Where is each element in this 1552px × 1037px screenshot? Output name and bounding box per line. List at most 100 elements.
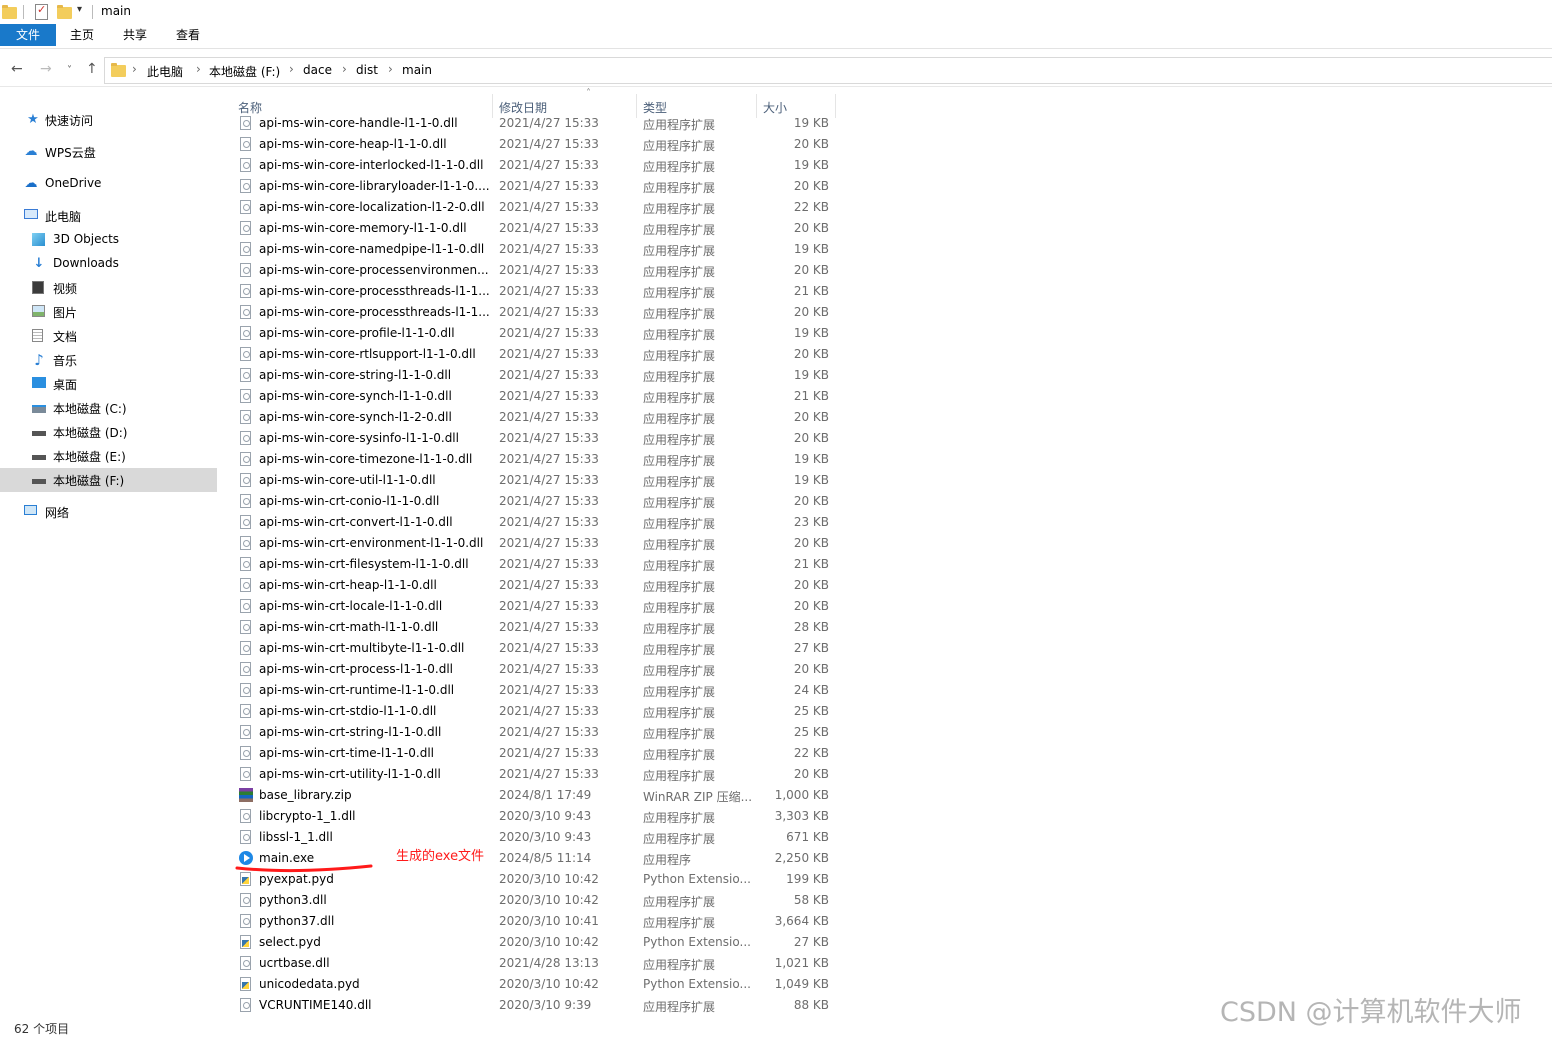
sidebar-item-desktop[interactable]: 桌面	[0, 372, 217, 396]
breadcrumb-main[interactable]: main	[402, 63, 432, 77]
file-row[interactable]: api-ms-win-crt-stdio-l1-1-0.dll 2021/4/27…	[230, 701, 840, 722]
file-row[interactable]: VCRUNTIME140.dll 2020/3/10 9:39 应用程序扩展 88 K…	[230, 995, 840, 1016]
file-size: 24 KB	[793, 683, 829, 697]
file-row[interactable]: api-ms-win-core-synch-l1-1-0.dll 2021/4/2…	[230, 386, 840, 407]
file-row[interactable]: python3.dll 2020/3/10 10:42 应用程序扩展 58 KB	[230, 890, 840, 911]
tab-file[interactable]: 文件	[0, 24, 56, 46]
sidebar-item-videos[interactable]: 视频	[0, 276, 217, 300]
file-row[interactable]: api-ms-win-crt-process-l1-1-0.dll 2021/4/…	[230, 659, 840, 680]
file-row[interactable]: unicodedata.pyd 2020/3/10 10:42 Python Ext…	[230, 974, 840, 995]
file-type: WinRAR ZIP 压缩...	[643, 790, 753, 804]
file-row[interactable]: api-ms-win-crt-time-l1-1-0.dll 2021/4/27 …	[230, 743, 840, 764]
breadcrumb-dist[interactable]: dist	[356, 63, 378, 77]
file-row[interactable]: api-ms-win-crt-runtime-l1-1-0.dll 2021/4/…	[230, 680, 840, 701]
tab-home[interactable]: 主页	[62, 24, 102, 46]
sidebar-item-downloads[interactable]: ↓ Downloads	[0, 252, 217, 276]
breadcrumb-this-pc[interactable]: 此电脑	[147, 63, 183, 80]
file-row[interactable]: api-ms-win-core-sysinfo-l1-1-0.dll 2021/4…	[230, 428, 840, 449]
file-row[interactable]: api-ms-win-crt-string-l1-1-0.dll 2021/4/2…	[230, 722, 840, 743]
file-size: 1,000 KB	[774, 788, 829, 802]
back-arrow-icon[interactable]: ←	[11, 62, 23, 76]
file-row[interactable]: api-ms-win-crt-convert-l1-1-0.dll 2021/4/…	[230, 512, 840, 533]
file-row[interactable]: api-ms-win-crt-utility-l1-1-0.dll 2021/4/…	[230, 764, 840, 785]
file-date: 2021/4/27 15:33	[499, 368, 599, 382]
file-row[interactable]: api-ms-win-core-profile-l1-1-0.dll 2021/4…	[230, 323, 840, 344]
sidebar-item-onedrive[interactable]: ☁ OneDrive	[0, 172, 217, 196]
sidebar-item-label: 本地磁盘 (D:)	[53, 426, 128, 440]
recent-locations-chevron-icon[interactable]: ˅	[67, 64, 72, 78]
forward-arrow-icon[interactable]: →	[40, 62, 52, 76]
file-size: 2,250 KB	[774, 851, 829, 865]
file-type: 应用程序扩展	[643, 664, 716, 678]
sidebar-item-pictures[interactable]: 图片	[0, 300, 217, 324]
file-row[interactable]: api-ms-win-crt-multibyte-l1-1-0.dll 2021/…	[230, 638, 840, 659]
file-row[interactable]: api-ms-win-core-libraryloader-l1-1-0....…	[230, 176, 840, 197]
file-date: 2024/8/1 17:49	[499, 788, 592, 802]
ribbon-tabs: 文件 主页 共享 查看	[0, 24, 1552, 49]
file-row[interactable]: python37.dll 2020/3/10 10:41 应用程序扩展 3,664 K…	[230, 911, 840, 932]
file-row[interactable]: libssl-1_1.dll 2020/3/10 9:43 应用程序扩展 671 KB	[230, 827, 840, 848]
new-folder-icon[interactable]	[57, 5, 72, 19]
dll-file-icon	[240, 914, 251, 928]
file-row[interactable]: select.pyd 2020/3/10 10:42 Python Extensio…	[230, 932, 840, 953]
file-row[interactable]: api-ms-win-core-processthreads-l1-1... 20…	[230, 281, 840, 302]
address-bar[interactable]: › 此电脑 › 本地磁盘 (F:) › dace › dist › main	[104, 57, 1552, 84]
divider	[92, 5, 93, 19]
tab-view[interactable]: 查看	[168, 24, 208, 46]
up-arrow-icon[interactable]: ↑	[86, 62, 98, 76]
file-row[interactable]: api-ms-win-core-memory-l1-1-0.dll 2021/4/…	[230, 218, 840, 239]
sidebar-item-drive-c[interactable]: 本地磁盘 (C:)	[0, 396, 217, 420]
file-row[interactable]: api-ms-win-core-localization-l1-2-0.dll 2…	[230, 197, 840, 218]
sidebar-item-network[interactable]: 网络	[0, 500, 217, 524]
file-date: 2021/4/28 13:13	[499, 956, 599, 970]
file-size: 22 KB	[793, 746, 829, 760]
sidebar-item-drive-f[interactable]: 本地磁盘 (F:)	[0, 468, 217, 492]
file-row[interactable]: api-ms-win-crt-filesystem-l1-1-0.dll 2021…	[230, 554, 840, 575]
dll-file-icon	[240, 368, 251, 382]
dll-file-icon	[240, 200, 251, 214]
tab-share[interactable]: 共享	[115, 24, 155, 46]
file-row[interactable]: api-ms-win-crt-environment-l1-1-0.dll 202…	[230, 533, 840, 554]
sidebar-item-documents[interactable]: 文档	[0, 324, 217, 348]
sidebar-item-music[interactable]: ♪ 音乐	[0, 348, 217, 372]
dll-file-icon	[240, 767, 251, 781]
file-row[interactable]: api-ms-win-core-util-l1-1-0.dll 2021/4/27…	[230, 470, 840, 491]
file-row[interactable]: api-ms-win-core-rtlsupport-l1-1-0.dll 202…	[230, 344, 840, 365]
sidebar-item-3d-objects[interactable]: 3D Objects	[0, 228, 217, 252]
file-size: 20 KB	[793, 536, 829, 550]
file-row[interactable]: api-ms-win-core-string-l1-1-0.dll 2021/4/…	[230, 365, 840, 386]
file-size: 21 KB	[793, 284, 829, 298]
file-row[interactable]: api-ms-win-core-interlocked-l1-1-0.dll 20…	[230, 155, 840, 176]
file-row[interactable]: api-ms-win-core-heap-l1-1-0.dll 2021/4/27…	[230, 134, 840, 155]
file-name: api-ms-win-crt-runtime-l1-1-0.dll	[259, 683, 455, 697]
file-row[interactable]: api-ms-win-core-namedpipe-l1-1-0.dll 2021…	[230, 239, 840, 260]
file-row[interactable]: base_library.zip 2024/8/1 17:49 WinRAR ZIP…	[230, 785, 840, 806]
file-row[interactable]: api-ms-win-core-processenvironmen... 2021…	[230, 260, 840, 281]
file-row[interactable]: api-ms-win-core-processthreads-l1-1... 20…	[230, 302, 840, 323]
watermark: CSDN @计算机软件大师	[1220, 997, 1522, 1028]
sidebar-item-this-pc[interactable]: 此电脑	[0, 204, 217, 228]
breadcrumb-drive-f[interactable]: 本地磁盘 (F:)	[209, 63, 280, 80]
file-name: api-ms-win-core-timezone-l1-1-0.dll	[259, 452, 473, 466]
file-row[interactable]: api-ms-win-core-handle-l1-1-0.dll 2021/4/…	[230, 113, 840, 134]
file-size: 20 KB	[793, 578, 829, 592]
file-row[interactable]: api-ms-win-core-synch-l1-2-0.dll 2021/4/2…	[230, 407, 840, 428]
sidebar-item-quick-access[interactable]: ★ 快速访问	[0, 108, 217, 132]
folder-icon	[111, 63, 126, 77]
file-row[interactable]: api-ms-win-crt-conio-l1-1-0.dll 2021/4/27…	[230, 491, 840, 512]
file-type: 应用程序扩展	[643, 538, 716, 552]
file-type: 应用程序扩展	[643, 328, 716, 342]
breadcrumb-dace[interactable]: dace	[303, 63, 332, 77]
sidebar-item-drive-d[interactable]: 本地磁盘 (D:)	[0, 420, 217, 444]
file-name: api-ms-win-core-string-l1-1-0.dll	[259, 368, 452, 382]
file-row[interactable]: api-ms-win-crt-heap-l1-1-0.dll 2021/4/27 …	[230, 575, 840, 596]
file-row[interactable]: libcrypto-1_1.dll 2020/3/10 9:43 应用程序扩展 3,3…	[230, 806, 840, 827]
file-row[interactable]: ucrtbase.dll 2021/4/28 13:13 应用程序扩展 1,021 K…	[230, 953, 840, 974]
file-row[interactable]: api-ms-win-core-timezone-l1-1-0.dll 2021/…	[230, 449, 840, 470]
sidebar-item-wps-cloud[interactable]: ☁ WPS云盘	[0, 140, 217, 164]
file-row[interactable]: api-ms-win-crt-math-l1-1-0.dll 2021/4/27 …	[230, 617, 840, 638]
sidebar-item-drive-e[interactable]: 本地磁盘 (E:)	[0, 444, 217, 468]
file-row[interactable]: api-ms-win-crt-locale-l1-1-0.dll 2021/4/2…	[230, 596, 840, 617]
properties-icon[interactable]	[35, 3, 48, 20]
quick-access-dropdown-icon[interactable]: ▾	[77, 4, 82, 15]
